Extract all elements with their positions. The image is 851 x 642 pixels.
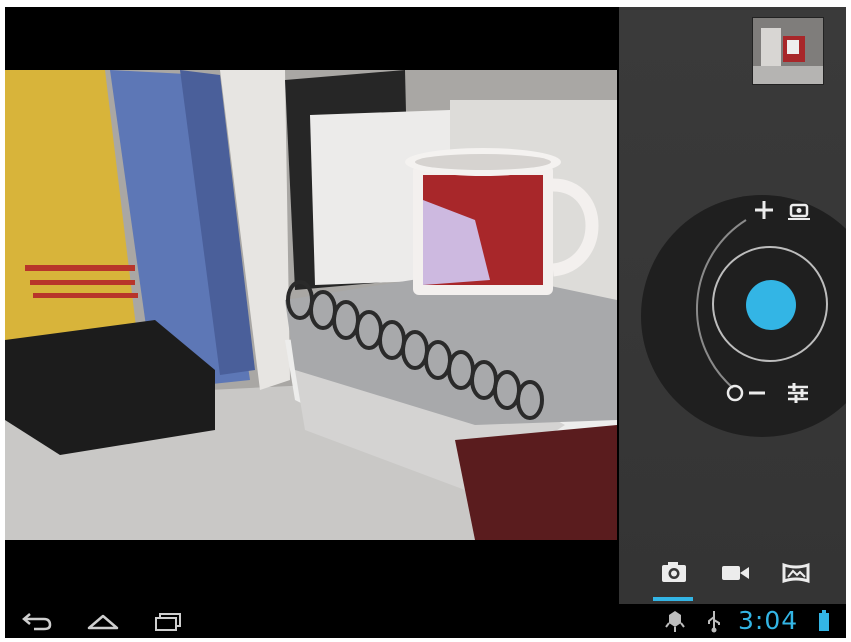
back-icon[interactable] bbox=[20, 608, 60, 634]
minus-icon[interactable] bbox=[747, 382, 767, 408]
settings-sliders-icon[interactable] bbox=[785, 380, 811, 410]
panorama-mode-icon[interactable] bbox=[779, 557, 819, 587]
plus-icon[interactable] bbox=[753, 199, 775, 225]
battery-icon bbox=[818, 610, 830, 636]
tablet-screen: 3:04 bbox=[5, 7, 846, 638]
status-clock: 3:04 bbox=[738, 606, 799, 635]
shutter-button[interactable] bbox=[746, 280, 796, 330]
shutter-control-dial bbox=[641, 195, 846, 437]
camera-viewfinder[interactable] bbox=[5, 70, 617, 540]
shutter-ring bbox=[712, 246, 828, 362]
camera-mode-switcher bbox=[619, 547, 846, 604]
viewfinder-scene bbox=[5, 70, 617, 540]
thumbnail-image bbox=[753, 18, 823, 84]
selected-mode-indicator bbox=[653, 597, 693, 601]
zoom-slider-handle[interactable] bbox=[725, 383, 745, 407]
system-navigation-bar: 3:04 bbox=[5, 604, 846, 638]
recent-apps-icon[interactable] bbox=[150, 608, 190, 634]
camera-mode-icon[interactable] bbox=[656, 557, 696, 587]
usb-icon bbox=[705, 609, 723, 637]
home-icon[interactable] bbox=[85, 608, 125, 634]
android-debug-icon bbox=[663, 609, 687, 637]
video-mode-icon[interactable] bbox=[718, 557, 758, 587]
switch-camera-icon[interactable] bbox=[786, 199, 812, 225]
camera-control-panel bbox=[619, 7, 846, 604]
last-photo-thumbnail[interactable] bbox=[752, 17, 824, 85]
